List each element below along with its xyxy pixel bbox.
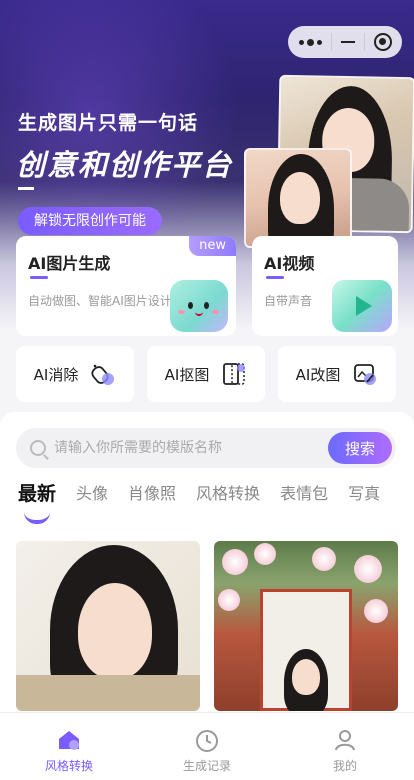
miniprogram-capsule xyxy=(288,26,402,58)
search-button[interactable]: 搜索 xyxy=(328,432,392,464)
new-badge: new xyxy=(189,236,236,256)
eraser-icon xyxy=(90,361,116,387)
cutout-icon xyxy=(221,361,247,387)
template-thumbnail[interactable] xyxy=(214,541,398,711)
card-accent-bar xyxy=(266,276,284,279)
more-dots-icon[interactable] xyxy=(298,38,322,46)
search-icon xyxy=(30,440,46,456)
tool-label: AI改图 xyxy=(295,365,341,384)
bottom-nav: 风格转换 生成记录 我的 xyxy=(0,712,414,780)
nav-label: 风格转换 xyxy=(44,759,93,773)
user-icon xyxy=(333,729,357,751)
hero-subtitle: 生成图片只需一句话 xyxy=(18,112,199,134)
search-input[interactable] xyxy=(54,428,334,468)
tool-label: AI消除 xyxy=(33,365,79,384)
tab-stickers[interactable]: 表情包 xyxy=(280,482,328,522)
mascot-icon xyxy=(170,280,228,332)
nav-profile[interactable]: 我的 xyxy=(295,729,395,780)
tool-ai-cutout[interactable]: AI抠图 xyxy=(147,346,265,402)
tab-photoshoot[interactable]: 写真 xyxy=(348,482,380,522)
hero-title: 创意和创作平台 xyxy=(16,148,234,182)
card-desc: 自动做图、智能AI图片设计 xyxy=(28,294,172,308)
play-icon xyxy=(332,280,392,332)
nav-history[interactable]: 生成记录 xyxy=(157,729,257,780)
card-title: AI视频 xyxy=(264,254,315,273)
capsule-divider xyxy=(330,33,332,51)
tool-label: AI抠图 xyxy=(164,365,210,384)
ai-video-card[interactable]: AI视频 自带声音 xyxy=(252,236,398,336)
nav-style-transfer[interactable]: 风格转换 xyxy=(19,729,119,780)
tab-style-transfer[interactable]: 风格转换 xyxy=(196,482,260,522)
real-portrait-image xyxy=(244,148,352,248)
tool-ai-edit[interactable]: AI改图 xyxy=(278,346,396,402)
nav-label: 生成记录 xyxy=(182,759,231,773)
capsule-divider xyxy=(363,33,365,51)
template-thumbnail[interactable] xyxy=(16,541,200,711)
nav-label: 我的 xyxy=(332,759,357,773)
tab-avatar[interactable]: 头像 xyxy=(76,482,108,522)
card-accent-bar xyxy=(30,276,48,279)
ai-image-card[interactable]: AI图片生成 自动做图、智能AI图片设计 new xyxy=(16,236,236,336)
card-desc: 自带声音 xyxy=(264,294,313,308)
card-title: AI图片生成 xyxy=(28,254,111,273)
minus-icon[interactable] xyxy=(340,40,355,44)
clock-icon xyxy=(195,729,219,752)
tool-ai-erase[interactable]: AI消除 xyxy=(16,346,134,402)
tab-portrait[interactable]: 肖像照 xyxy=(128,482,176,522)
edit-image-icon xyxy=(352,361,378,387)
category-tabs: 最新 头像 肖像照 风格转换 表情包 写真 xyxy=(18,482,414,524)
search-bar: 搜索 xyxy=(16,428,396,468)
tab-latest[interactable]: 最新 xyxy=(18,482,56,524)
hero-divider xyxy=(18,187,34,190)
unlock-button[interactable]: 解锁无限创作可能 xyxy=(18,207,162,235)
home-icon xyxy=(57,729,81,751)
record-icon[interactable] xyxy=(373,33,392,51)
